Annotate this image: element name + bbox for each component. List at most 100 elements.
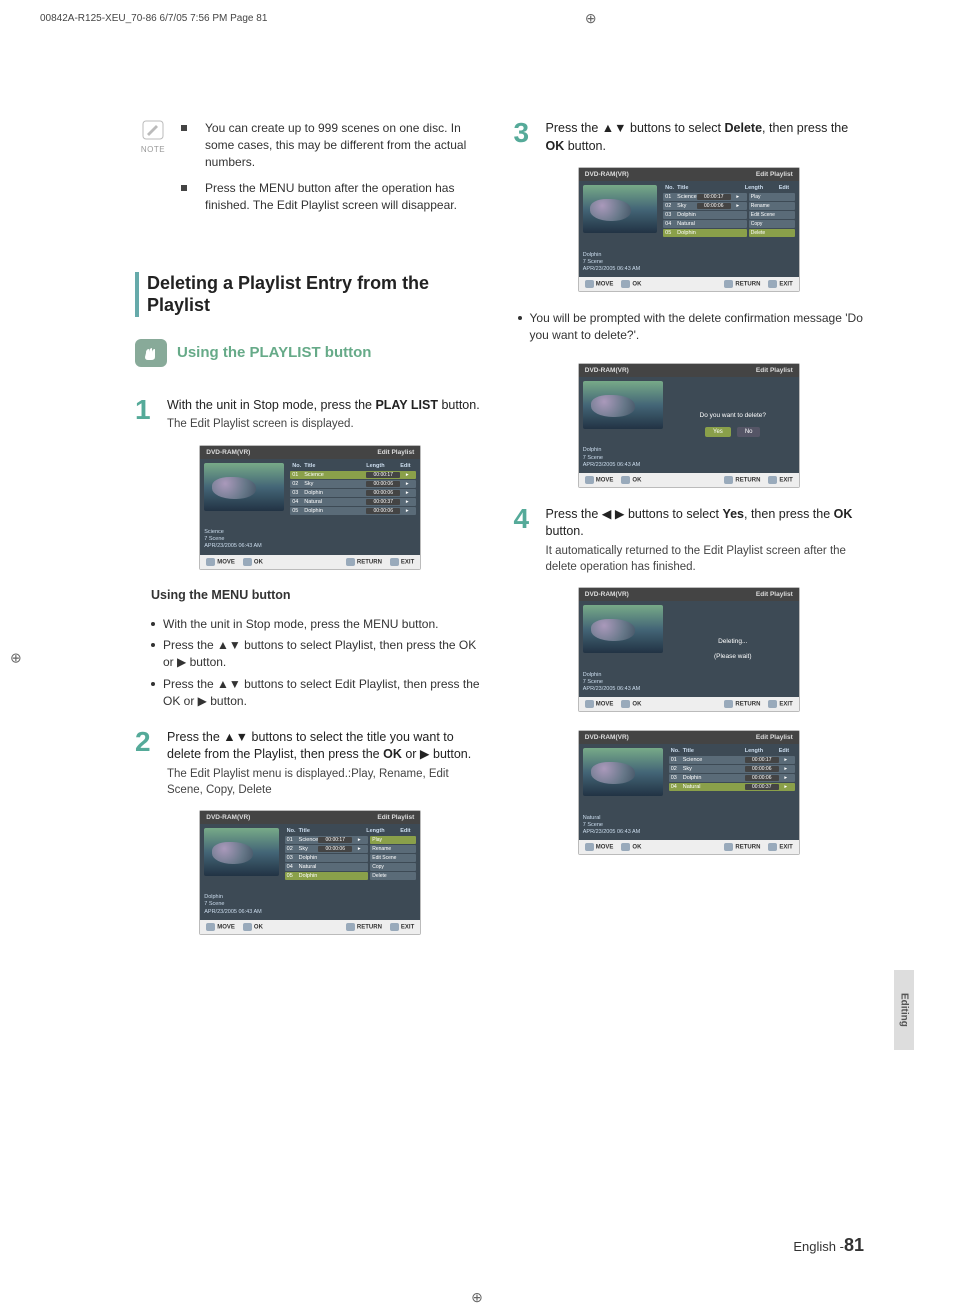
osd-main: Dolphin 7 Scene APR/23/2005 06:43 AM Del… [579, 601, 799, 697]
osd-progress-pane: Deleting... (Please wait) [667, 601, 799, 697]
badge-icon [243, 558, 252, 566]
osd-screenshot-edit-menu-delete: DVD-RAM(VR)Edit Playlist Dolphin 7 Scene… [578, 167, 800, 292]
right-arrow-icon: ▸ [400, 508, 414, 514]
right-arrow-icon: ▸ [400, 472, 414, 478]
table-row: 03Dolphin [285, 854, 369, 862]
crop-mark-bottom: ⊕ [471, 1289, 483, 1306]
osd-menu-item: Delete [370, 872, 416, 880]
osd-thumbnail [583, 605, 663, 653]
note-block: NOTE You can create up to 999 scenes on … [135, 120, 486, 224]
osd-screenshot-edit-menu-play: DVD-RAM(VR) Edit Playlist Dolphin 7 Scen… [199, 810, 421, 935]
osd-menu-item: Rename [370, 845, 416, 853]
note-item: You can create up to 999 scenes on one d… [181, 120, 486, 170]
right-arrow-icon: ▸ [400, 499, 414, 505]
osd-no-button: No [737, 427, 761, 437]
osd-menu-item: Play [370, 836, 416, 844]
square-bullet-icon [181, 185, 187, 191]
step-4: 4 Press the ◀ ▶ buttons to select Yes, t… [514, 506, 865, 575]
note-item: Press the MENU button after the operatio… [181, 180, 486, 214]
osd-thumbnail [204, 463, 284, 511]
note-text: Press the MENU button after the operatio… [205, 180, 486, 214]
step-1: 1 With the unit in Stop mode, press the … [135, 397, 486, 433]
osd-left-pane: Natural 7 Scene APR/23/2005 06:43 AM [579, 744, 667, 840]
table-row: 01Science00:00:17▸ [669, 756, 795, 764]
using-menu-heading: Using the MENU button [151, 588, 486, 602]
osd-main: Dolphin 7 Scene APR/23/2005 06:43 AM No.… [579, 181, 799, 277]
osd-table-header: No.TitleLengthEdit [669, 748, 795, 756]
table-row: 01Science00:00:17▸ [285, 836, 369, 844]
table-row: 03Dolphin00:00:06▸ [290, 489, 416, 497]
crop-mark-left: ⊕ [10, 650, 22, 667]
osd-right-pane: No. Title Length Edit 01Science00:00:17▸… [288, 459, 420, 555]
note-icon-box: NOTE [135, 120, 171, 154]
step-bold: OK [383, 747, 402, 761]
osd-titlebar: DVD-RAM(VR)Edit Playlist [579, 731, 799, 744]
osd-screenshot-list-science: DVD-RAM(VR) Edit Playlist Science 7 Scen… [199, 445, 421, 570]
osd-thumbnail [204, 828, 278, 876]
osd-legend: MOVEOK RETURNEXIT [200, 555, 420, 569]
osd-meta: Dolphin 7 Scene APR/23/2005 06:43 AM [583, 252, 657, 273]
sub-heading-bar: Using the PLAYLIST button [135, 339, 486, 367]
print-slug: 00842A-R125-XEU_70-86 6/7/05 7:56 PM Pag… [40, 10, 914, 27]
osd-col-title: Title [304, 463, 366, 469]
step-body: Press the ▲▼ buttons to select the title… [167, 729, 486, 798]
osd-screenshot-deleting: DVD-RAM(VR)Edit Playlist Dolphin 7 Scene… [578, 587, 800, 712]
osd-legend: MOVEOK RETURNEXIT [579, 277, 799, 291]
osd-menu-item: Edit Scene [749, 211, 795, 219]
crop-mark-top: ⊕ [585, 10, 597, 27]
step-number: 2 [135, 729, 157, 798]
right-arrow-icon: ▸ [400, 490, 414, 496]
osd-left-pane: Dolphin 7 Scene APR/23/2005 06:43 AM [579, 377, 667, 473]
table-row: 03Dolphin [663, 211, 747, 219]
osd-left-pane: Dolphin 7 Scene APR/23/2005 06:43 AM [579, 181, 661, 277]
osd-meta-scenes: 7 Scene [204, 536, 284, 543]
osd-meta: Dolphin 7 Scene APR/23/2005 06:43 AM [583, 672, 663, 693]
osd-meta-scenes: 7 Scene [204, 901, 278, 908]
osd-please-wait-label: (Please wait) [714, 653, 752, 660]
menu-bullet-list: With the unit in Stop mode, press the ME… [151, 616, 486, 711]
osd-disc-label: DVD-RAM(VR) [206, 449, 250, 456]
step-body: With the unit in Stop mode, press the PL… [167, 397, 486, 433]
hand-press-icon [135, 339, 167, 367]
footer-lang: English - [793, 1239, 844, 1254]
step-body: Press the ◀ ▶ buttons to select Yes, the… [546, 506, 865, 575]
table-row: 02Sky00:00:06▸ [669, 765, 795, 773]
post-step3-bullets: You will be prompted with the delete con… [518, 310, 865, 345]
dot-bullet-icon [151, 682, 155, 686]
step-number: 3 [514, 120, 536, 155]
dot-bullet-icon [151, 622, 155, 626]
osd-col-length: Length [366, 463, 400, 469]
osd-meta-title: Science [204, 529, 284, 536]
dot-bullet-icon [518, 316, 522, 320]
list-item: Press the ▲▼ buttons to select Edit Play… [151, 676, 486, 711]
osd-main: Dolphin 7 Scene APR/23/2005 06:43 AM No.… [200, 824, 420, 920]
osd-col-no: No. [292, 463, 304, 469]
osd-left-pane: Science 7 Scene APR/23/2005 06:43 AM [200, 459, 288, 555]
dot-bullet-icon [151, 643, 155, 647]
osd-screen-title: Edit Playlist [377, 449, 414, 456]
badge-icon [346, 558, 355, 566]
right-column: 3 Press the ▲▼ buttons to select Delete,… [514, 120, 865, 953]
step-2: 2 Press the ▲▼ buttons to select the tit… [135, 729, 486, 798]
osd-legend: MOVEOK RETURNEXIT [579, 473, 799, 487]
sub-title: Using the PLAYLIST button [177, 344, 371, 361]
osd-menu-item: Edit Scene [370, 854, 416, 862]
osd-right-pane: No.TitleLengthEdit 01Science00:00:17▸ 02… [661, 181, 799, 277]
osd-titlebar: DVD-RAM(VR)Edit Playlist [579, 168, 799, 181]
table-row: 05Dolphin00:00:06▸ [290, 507, 416, 515]
page-body: NOTE You can create up to 999 scenes on … [135, 120, 864, 953]
osd-main: Science 7 Scene APR/23/2005 06:43 AM No.… [200, 459, 420, 555]
osd-table-header: No. Title Length Edit [290, 463, 416, 471]
osd-meta-date: APR/23/2005 06:43 AM [204, 909, 278, 916]
osd-right-pane: No.TitleLengthEdit 01Science00:00:17▸ 02… [667, 744, 799, 840]
osd-disc-label: DVD-RAM(VR) [206, 814, 250, 821]
table-row: 02Sky00:00:06▸ [285, 845, 369, 853]
page-footer: English -81 [793, 1235, 864, 1256]
osd-legend: MOVEOK RETURNEXIT [200, 920, 420, 934]
osd-table-header: No.TitleLengthEdit [663, 185, 795, 193]
osd-screen-title: Edit Playlist [377, 814, 414, 821]
print-slug-text: 00842A-R125-XEU_70-86 6/7/05 7:56 PM Pag… [40, 13, 267, 24]
badge-icon [390, 558, 399, 566]
osd-legend: MOVEOK RETURNEXIT [579, 840, 799, 854]
osd-meta: Science 7 Scene APR/23/2005 06:43 AM [204, 529, 284, 550]
